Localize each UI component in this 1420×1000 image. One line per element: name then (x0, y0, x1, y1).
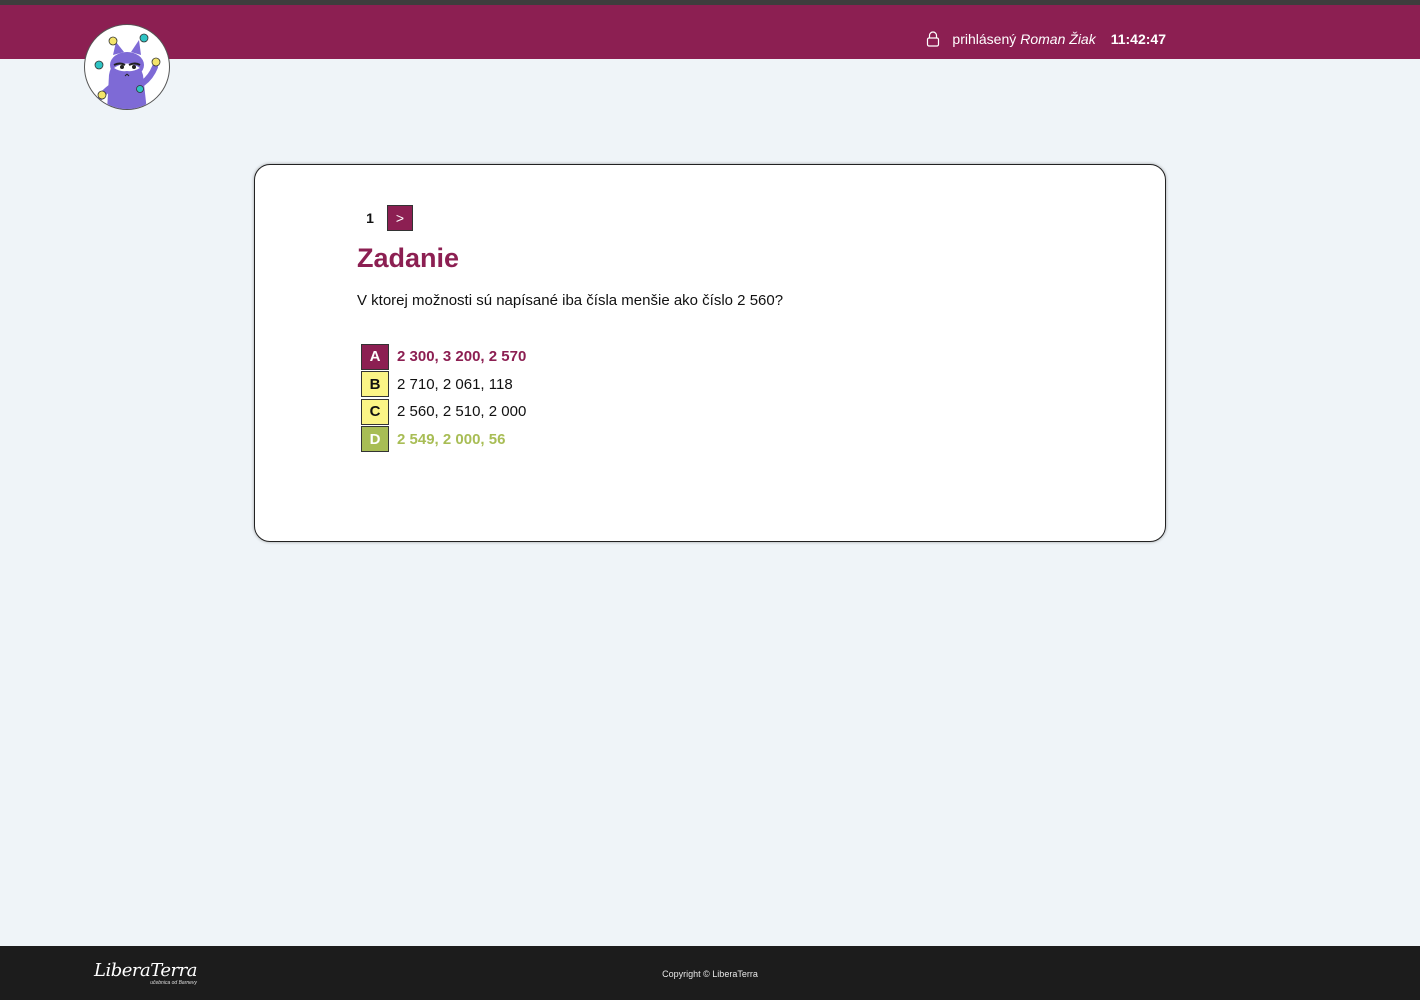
user-label: prihlásený (952, 31, 1017, 47)
option-letter-badge: B (361, 371, 389, 398)
answer-option-a[interactable]: A 2 300, 3 200, 2 570 (361, 343, 526, 371)
header-bar: prihlásený Roman Žiak 11:42:47 (0, 5, 1420, 59)
question-text: V ktorej možnosti sú napísané iba čísla … (357, 292, 784, 309)
option-text: 2 300, 3 200, 2 570 (397, 348, 527, 366)
clock: 11:42:47 (1110, 31, 1166, 47)
page-title: Zadanie (357, 243, 460, 273)
answer-options: A 2 300, 3 200, 2 570 B 2 710, 2 061, 11… (361, 343, 526, 453)
quiz-card: 1 > Zadanie V ktorej možnosti sú napísan… (254, 164, 1166, 542)
current-page-number[interactable]: 1 (357, 205, 383, 231)
option-text: 2 549, 2 000, 56 (397, 430, 506, 448)
juggling-cat-logo (94, 33, 161, 109)
user-name[interactable]: Roman Žiak (1020, 31, 1095, 47)
lock-icon (927, 31, 940, 47)
option-text: 2 560, 2 510, 2 000 (397, 403, 527, 421)
next-question-button[interactable]: > (387, 205, 413, 231)
footer: LiberaTerra učebnica od Barnevy Copyrigh… (0, 946, 1420, 1000)
answer-option-c[interactable]: C 2 560, 2 510, 2 000 (361, 398, 526, 426)
logo[interactable] (84, 24, 170, 110)
answer-option-b[interactable]: B 2 710, 2 061, 118 (361, 371, 526, 399)
question-pager: 1 > (357, 205, 413, 231)
answer-option-d[interactable]: D 2 549, 2 000, 56 (361, 426, 526, 454)
option-letter-badge: C (361, 398, 389, 425)
user-info: prihlásený Roman Žiak 11:42:47 (926, 31, 1166, 47)
option-letter-badge: D (361, 426, 389, 453)
option-text: 2 710, 2 061, 118 (397, 375, 513, 393)
option-letter-badge: A (361, 343, 389, 370)
copyright-text: Copyright © LiberaTerra (662, 969, 758, 979)
